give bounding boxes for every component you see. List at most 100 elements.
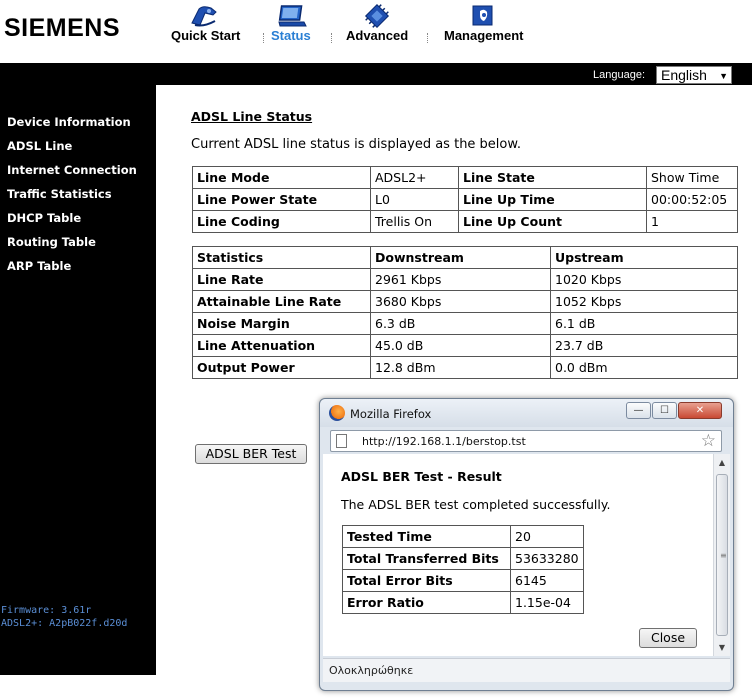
table-cell: 1020 Kbps	[550, 268, 738, 291]
table-cell: 23.7 dB	[550, 334, 738, 357]
nav-separator	[427, 33, 428, 43]
table-row: Output Power 12.8 dBm 0.0 dBm	[192, 356, 738, 379]
firefox-icon	[329, 405, 345, 421]
table-cell: 12.8 dBm	[370, 356, 551, 379]
popup-statusbar: Ολοκληρώθηκε	[323, 658, 730, 682]
table-row: Line Power State L0 Line Up Time 00:00:5…	[192, 188, 738, 211]
table-cell: 6.1 dB	[550, 312, 738, 335]
table-cell: Show Time	[646, 166, 738, 189]
scroll-down-icon[interactable]: ▼	[714, 639, 730, 656]
table-row: Noise Margin 6.3 dB 6.1 dB	[192, 312, 738, 335]
grip-icon: ≡	[720, 551, 727, 560]
language-selected-value: English	[661, 67, 707, 83]
sidebar-item-adsl-line[interactable]: ADSL Line	[7, 139, 72, 153]
table-cell: Line Power State	[192, 188, 371, 211]
table-cell: 00:00:52:05	[646, 188, 738, 211]
table-cell: Line Attenuation	[192, 334, 371, 357]
table-cell: Line Up Count	[458, 210, 647, 233]
table-cell: Error Ratio	[342, 591, 511, 614]
table-cell: 1.15e-04	[510, 591, 584, 614]
page-title: ADSL Line Status	[191, 109, 313, 124]
table-row: Tested Time 20	[342, 525, 584, 548]
status-icon	[278, 5, 307, 27]
url-bar[interactable]: http://192.168.1.1/berstop.tst ☆	[330, 430, 722, 452]
table-row: Error Ratio 1.15e-04	[342, 591, 584, 614]
minimize-button[interactable]: —	[626, 402, 651, 419]
table-row: Line Rate 2961 Kbps 1020 Kbps	[192, 268, 738, 291]
status-text: Ολοκληρώθηκε	[329, 664, 414, 677]
nav-label: Status	[271, 28, 311, 43]
result-title: ADSL BER Test - Result	[341, 469, 502, 484]
table-cell: Line Up Time	[458, 188, 647, 211]
bookmark-star-icon[interactable]: ☆	[701, 431, 716, 451]
quick-start-icon	[191, 6, 217, 27]
scrollbar-thumb[interactable]: ≡	[716, 474, 728, 636]
column-header: Downstream	[370, 246, 551, 269]
ber-result-table: Tested Time 20 Total Transferred Bits 53…	[342, 525, 584, 614]
table-cell: Total Error Bits	[342, 569, 511, 592]
firmware-version: Firmware: 3.61r	[1, 605, 92, 616]
table-cell: 2961 Kbps	[370, 268, 551, 291]
nav-separator	[263, 33, 264, 43]
scroll-up-icon[interactable]: ▲	[714, 454, 730, 471]
nav-separator	[331, 33, 332, 43]
table-row: Total Error Bits 6145	[342, 569, 584, 592]
advanced-icon	[364, 3, 390, 29]
table-cell: 53633280	[510, 547, 584, 570]
table-row: Attainable Line Rate 3680 Kbps 1052 Kbps	[192, 290, 738, 313]
nav-label: Advanced	[346, 28, 409, 43]
table-cell: Trellis On	[370, 210, 459, 233]
adsl-version: ADSL2+: A2pB022f.d20d	[1, 618, 128, 629]
popup-titlebar[interactable]: Mozilla Firefox — ☐ ✕	[320, 399, 733, 427]
table-cell: 20	[510, 525, 584, 548]
maximize-button[interactable]: ☐	[652, 402, 677, 419]
nav-label: Management	[444, 28, 524, 43]
line-statistics-table: Statistics Downstream Upstream Line Rate…	[192, 246, 738, 379]
firefox-popup-window: Mozilla Firefox — ☐ ✕ http://192.168.1.1…	[319, 398, 734, 691]
table-cell: 1	[646, 210, 738, 233]
table-cell: Line State	[458, 166, 647, 189]
table-cell: 6.3 dB	[370, 312, 551, 335]
minimize-icon: —	[633, 405, 644, 416]
close-button[interactable]: Close	[639, 628, 697, 648]
table-row: Line Attenuation 45.0 dB 23.7 dB	[192, 334, 738, 357]
sidebar-item-device-information[interactable]: Device Information	[7, 115, 131, 129]
url-text: http://192.168.1.1/berstop.tst	[362, 435, 526, 448]
column-header: Statistics	[192, 246, 371, 269]
table-cell: Line Rate	[192, 268, 371, 291]
line-status-table: Line Mode ADSL2+ Line State Show Time Li…	[192, 166, 738, 233]
popup-window-title: Mozilla Firefox	[350, 407, 432, 421]
sidebar-item-internet-connection[interactable]: Internet Connection	[7, 163, 137, 177]
table-cell: 45.0 dB	[370, 334, 551, 357]
table-cell: Attainable Line Rate	[192, 290, 371, 313]
nav-label: Quick Start	[171, 28, 241, 43]
vertical-scrollbar[interactable]: ▲ ≡ ▼	[713, 454, 730, 656]
window-close-button[interactable]: ✕	[678, 402, 722, 419]
table-cell: ADSL2+	[370, 166, 459, 189]
table-row: Total Transferred Bits 53633280	[342, 547, 584, 570]
language-label: Language:	[593, 69, 645, 81]
table-cell: 0.0 dBm	[550, 356, 738, 379]
sidebar-item-traffic-statistics[interactable]: Traffic Statistics	[7, 187, 112, 201]
sidebar-item-arp-table[interactable]: ARP Table	[7, 259, 71, 273]
page-description: Current ADSL line status is displayed as…	[191, 137, 521, 152]
sidebar-item-routing-table[interactable]: Routing Table	[7, 235, 96, 249]
management-icon	[472, 5, 493, 26]
sidebar-item-dhcp-table[interactable]: DHCP Table	[7, 211, 81, 225]
result-description: The ADSL BER test completed successfully…	[341, 497, 611, 512]
table-cell: 6145	[510, 569, 584, 592]
table-cell: Tested Time	[342, 525, 511, 548]
maximize-icon: ☐	[660, 405, 669, 416]
table-cell: 3680 Kbps	[370, 290, 551, 313]
table-row: Line Mode ADSL2+ Line State Show Time	[192, 166, 738, 189]
popup-content: ADSL BER Test - Result The ADSL BER test…	[323, 454, 730, 656]
close-icon: ✕	[695, 405, 705, 416]
table-cell: Line Mode	[192, 166, 371, 189]
table-cell: Noise Margin	[192, 312, 371, 335]
table-cell: 1052 Kbps	[550, 290, 738, 313]
table-cell: L0	[370, 188, 459, 211]
language-select[interactable]: English ▼	[656, 66, 732, 84]
adsl-ber-test-button[interactable]: ADSL BER Test	[195, 444, 307, 464]
table-cell: Line Coding	[192, 210, 371, 233]
table-row: Line Coding Trellis On Line Up Count 1	[192, 210, 738, 233]
